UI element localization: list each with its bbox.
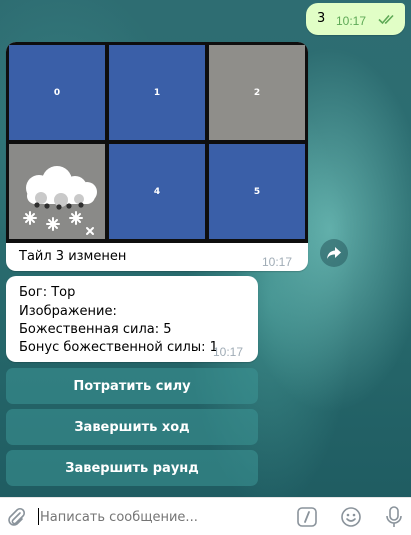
message-input[interactable] — [40, 507, 280, 527]
text-cursor — [38, 508, 39, 525]
info-message-time: 10:17 — [213, 345, 244, 359]
chat-area: 3 10:17 0 1 2 4 5 Тайл 3 изменен 10:17 Б… — [0, 0, 411, 497]
image-line: Изображение: — [19, 304, 117, 319]
share-arrow-icon — [327, 247, 341, 259]
photo-message-time: 10:17 — [262, 255, 293, 269]
tile-0: 0 — [9, 45, 105, 140]
end-round-button[interactable]: Завершить раунд — [6, 450, 258, 486]
double-check-icon — [378, 14, 394, 25]
tile-label: 0 — [53, 87, 61, 98]
outgoing-message[interactable]: 3 10:17 — [306, 3, 405, 35]
photo-caption: Тайл 3 изменен — [19, 249, 127, 264]
forward-button[interactable] — [320, 239, 348, 267]
god-line: Бог: Тор — [19, 285, 76, 300]
bot-command-icon[interactable] — [296, 506, 318, 528]
tile-label: 2 — [253, 87, 261, 98]
paperclip-icon[interactable] — [6, 507, 26, 527]
tile-4: 4 — [109, 144, 205, 239]
tile-label: 1 — [153, 87, 161, 98]
spend-power-button[interactable]: Потратить силу — [6, 368, 258, 404]
tile-1: 1 — [109, 45, 205, 140]
god-info-message[interactable]: Бог: Тор Изображение: Божественная сила:… — [6, 276, 258, 362]
power-line: Божественная сила: 5 — [19, 322, 172, 337]
tile-label: 5 — [253, 186, 261, 197]
end-turn-button[interactable]: Завершить ход — [6, 409, 258, 445]
tile-3 — [9, 144, 105, 239]
tile-2: 2 — [209, 45, 305, 140]
emoji-icon[interactable] — [340, 506, 362, 528]
outgoing-message-text: 3 — [317, 11, 326, 26]
snow-cloud-icon — [9, 144, 105, 239]
board-photo-message[interactable]: 0 1 2 4 5 Тайл 3 изменен 10:17 — [6, 42, 308, 271]
outgoing-message-time: 10:17 — [336, 14, 367, 28]
microphone-icon[interactable] — [384, 505, 404, 529]
tile-label: 4 — [153, 186, 161, 197]
tile-5: 5 — [209, 144, 305, 239]
message-composer — [0, 497, 411, 535]
bonus-line: Бонус божественной силы: 1 — [19, 340, 218, 355]
board-grid[interactable]: 0 1 2 4 5 — [6, 42, 308, 243]
